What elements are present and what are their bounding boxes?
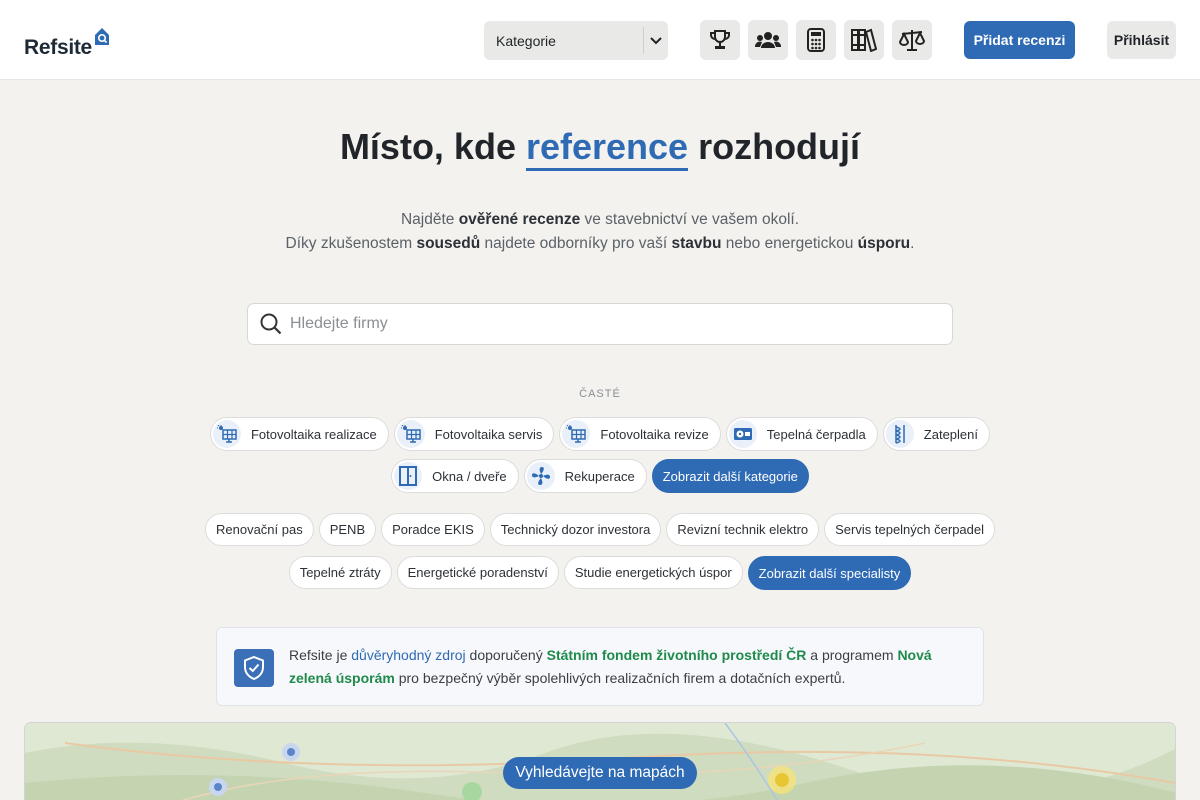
category-chip-okna-dvere[interactable]: Okna / dveře <box>391 459 519 493</box>
more-specialists-button[interactable]: Zobrazit další specialisty <box>747 556 912 590</box>
trust-info-box: Refsite je důvěryhodný zdroj doporučený … <box>216 627 984 706</box>
category-chip-label: Fotovoltaika realizace <box>250 426 377 442</box>
specialist-chip[interactable]: Poradce EKIS <box>381 513 485 546</box>
subtitle-bold: úsporu <box>857 235 911 252</box>
more-categories-button[interactable]: Zobrazit další kategorie <box>651 459 809 493</box>
category-chip-rekuperace[interactable]: Rekuperace <box>523 459 647 493</box>
trust-text-part: a programem <box>806 647 898 663</box>
solar-panel-icon <box>396 420 425 448</box>
login-button[interactable]: Přihlásit <box>1107 21 1176 59</box>
trusted-source-link[interactable]: důvěryhodný zdroj <box>351 647 465 663</box>
specialist-chip[interactable]: PENB <box>318 513 377 546</box>
subtitle-bold: ověřené recenze <box>458 211 581 228</box>
category-chips-row-1: Fotovoltaika realizace Fotovoltaika serv… <box>0 417 1200 451</box>
specialist-chip[interactable]: Energetické poradenství <box>396 556 559 589</box>
users-icon <box>755 32 781 48</box>
subtitle-text: ve stavebnictví ve vašem okolí. <box>580 211 800 228</box>
category-chip-label: Rekuperace <box>564 468 635 484</box>
logo-text: Refsite <box>24 36 92 59</box>
category-chip-fotovoltaika-realizace[interactable]: Fotovoltaika realizace <box>209 417 389 451</box>
logo[interactable]: Refsite <box>24 26 111 60</box>
community-button[interactable] <box>748 20 788 60</box>
shield-check-icon <box>234 649 274 687</box>
search-icon <box>248 313 290 335</box>
trust-text: Refsite je důvěryhodný zdroj doporučený … <box>289 644 949 690</box>
map-search-button[interactable]: Vyhledávejte na mapách <box>503 757 697 789</box>
subtitle-line-1: Najděte ověřené recenze ve stavebnictví … <box>0 208 1200 232</box>
heat-pump-icon <box>728 420 757 448</box>
category-chip-label: Zateplení <box>923 426 978 442</box>
subtitle-text: Najděte <box>400 211 459 228</box>
specialist-chip[interactable]: Technický dozor investora <box>489 513 662 546</box>
subtitle-text: nebo energetickou <box>721 235 858 252</box>
calculator-button[interactable] <box>796 20 836 60</box>
hero-subtitle: Najděte ověřené recenze ve stavebnictví … <box>0 208 1200 256</box>
sfzp-name: Státním fondem životního prostředí ČR <box>546 647 807 663</box>
solar-panel-icon <box>212 420 241 448</box>
specialist-chip[interactable]: Revizní technik elektro <box>666 513 820 546</box>
title-part-1: Místo, kde <box>339 126 526 167</box>
specialist-chip[interactable]: Servis tepelných čerpadel <box>824 513 995 546</box>
category-chip-zatepleni[interactable]: Zateplení <box>882 417 990 451</box>
category-chip-tepelna-cerpadla[interactable]: Tepelná čerpadla <box>725 417 878 451</box>
site-header: Refsite Kategorie Přidat recenzi Přihlás… <box>0 0 1200 80</box>
category-chip-label: Okna / dveře <box>432 468 507 484</box>
subtitle-text: najdete odborníky pro vaší <box>480 235 672 252</box>
specialist-chips-row-2: Tepelné ztráty Energetické poradenství S… <box>0 556 1200 590</box>
title-highlight: reference <box>525 126 689 171</box>
house-search-icon <box>94 28 109 45</box>
page-title: Místo, kde reference rozhodují <box>0 126 1200 171</box>
specialist-chip[interactable]: Renovační pas <box>204 513 314 546</box>
search-input[interactable] <box>290 315 952 333</box>
company-search <box>247 303 953 345</box>
subtitle-line-2: Díky zkušenostem sousedů najdete odborní… <box>0 232 1200 256</box>
trust-text-part: doporučený <box>465 647 547 663</box>
subtitle-bold: stavbu <box>671 235 722 252</box>
trophy-icon <box>710 30 730 49</box>
category-chip-label: Tepelná čerpadla <box>766 426 866 442</box>
title-part-2: rozhodují <box>688 126 861 167</box>
add-review-button[interactable]: Přidat recenzi <box>964 21 1075 59</box>
specialist-chips-row-1: Renovační pas PENB Poradce EKIS Technick… <box>0 513 1200 546</box>
category-chip-label: Fotovoltaika revize <box>600 426 709 442</box>
scale-icon <box>899 30 925 51</box>
fan-icon <box>526 462 555 490</box>
specialist-chip[interactable]: Studie energetických úspor <box>563 556 743 589</box>
subtitle-text: . <box>910 235 915 252</box>
trust-text-part: Refsite je <box>289 647 352 663</box>
specialist-chip[interactable]: Tepelné ztráty <box>288 556 392 589</box>
category-chips-row-2: Okna / dveře Rekuperace Zobrazit další k… <box>0 459 1200 493</box>
category-select-value: Kategorie <box>496 32 556 49</box>
window-icon <box>394 462 423 490</box>
subtitle-text: Díky zkušenostem <box>285 235 417 252</box>
rankings-button[interactable] <box>700 20 740 60</box>
category-select[interactable]: Kategorie <box>484 21 668 60</box>
category-chip-label: Fotovoltaika servis <box>434 426 543 442</box>
frequent-label: ČASTÉ <box>579 388 621 400</box>
category-chip-fotovoltaika-revize[interactable]: Fotovoltaika revize <box>559 417 721 451</box>
category-chip-fotovoltaika-servis[interactable]: Fotovoltaika servis <box>393 417 555 451</box>
insulation-icon <box>885 420 914 448</box>
books-icon <box>851 28 877 52</box>
library-button[interactable] <box>844 20 884 60</box>
subtitle-bold: sousedů <box>416 235 481 252</box>
chevron-down-icon <box>644 36 668 45</box>
solar-panel-icon <box>562 420 591 448</box>
trust-text-part: pro bezpečný výběr spolehlivých realizač… <box>394 670 846 686</box>
compare-button[interactable] <box>892 20 932 60</box>
calculator-icon <box>807 28 825 52</box>
